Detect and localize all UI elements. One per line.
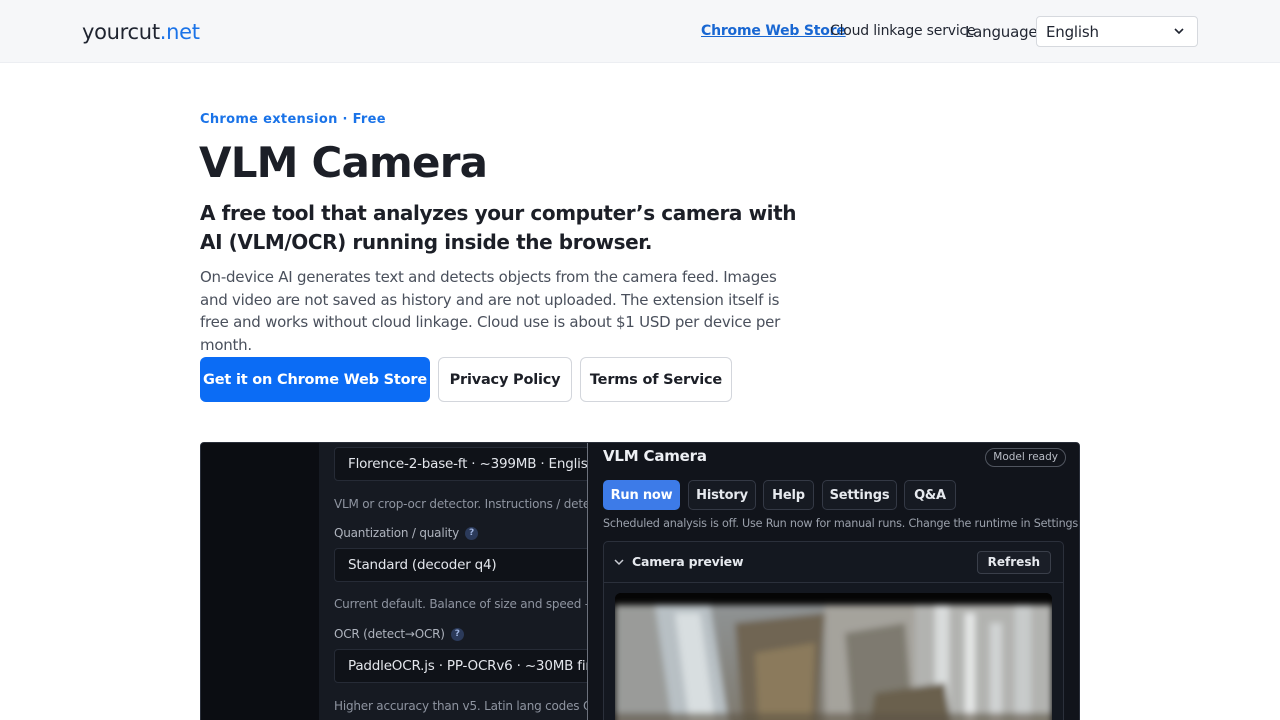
quantization-label: Quantization / quality? (334, 526, 479, 540)
language-select-value: English (1046, 23, 1099, 41)
ocr-select[interactable]: PaddleOCR.js · PP-OCRv6 · ~30MB first d (334, 649, 604, 683)
nav-cloud-linkage-link[interactable]: Cloud linkage service (830, 23, 976, 39)
help-icon[interactable]: ? (450, 628, 464, 641)
chevron-down-icon (1174, 28, 1184, 35)
tab-help[interactable]: Help (763, 480, 814, 510)
panel-title: VLM Camera (603, 447, 707, 465)
camera-preview-title: Camera preview (632, 554, 744, 569)
model-status-badge: Model ready (985, 448, 1066, 467)
settings-pane: Florence-2-base-ft · ~399MB · English VL… (319, 443, 608, 720)
camera-preview-header[interactable]: Camera preview Refresh (604, 542, 1063, 583)
logo-main: yourcut (82, 20, 160, 44)
ocr-note: Higher accuracy than v5. Latin lang code… (334, 699, 608, 713)
site-logo[interactable]: yourcut.net (82, 20, 200, 44)
site-header: yourcut.net Chrome Web Store Cloud linka… (0, 0, 1280, 63)
extension-panel: VLM Camera Model ready Run now History H… (588, 443, 1080, 720)
terms-of-service-button[interactable]: Terms of Service (580, 357, 732, 402)
camera-feed-photo (615, 593, 1052, 720)
refresh-button[interactable]: Refresh (976, 551, 1051, 574)
page-title: VLM Camera (199, 138, 488, 187)
get-it-on-chrome-web-store-button[interactable]: Get it on Chrome Web Store (200, 357, 430, 402)
tab-qa[interactable]: Q&A (904, 480, 956, 510)
hero-subtitle: A free tool that analyzes your computer’… (200, 201, 797, 254)
tab-settings[interactable]: Settings (822, 480, 897, 510)
camera-feed-image (615, 593, 1052, 720)
hero-eyebrow: Chrome extension · Free (200, 112, 386, 127)
quantization-note: Current default. Balance of size and spe… (334, 597, 608, 611)
ocr-label: OCR (detect→OCR)? (334, 627, 464, 641)
screenshot-left-gutter (201, 443, 319, 720)
quantization-label-text: Quantization / quality (334, 526, 460, 540)
help-icon[interactable]: ? (465, 527, 479, 540)
tab-history[interactable]: History (688, 480, 756, 510)
nav-chrome-web-store-link[interactable]: Chrome Web Store (701, 23, 846, 39)
product-screenshot: Florence-2-base-ft · ~399MB · English VL… (200, 442, 1080, 720)
tab-run-now[interactable]: Run now (603, 480, 680, 510)
logo-tld: .net (159, 20, 200, 44)
ocr-label-text: OCR (detect→OCR) (334, 627, 445, 641)
schedule-status-text: Scheduled analysis is off. Use Run now f… (603, 517, 1080, 530)
chevron-down-icon[interactable] (614, 558, 624, 566)
model-select[interactable]: Florence-2-base-ft · ~399MB · English (334, 447, 604, 481)
camera-preview-card: Camera preview Refresh (603, 541, 1064, 720)
hero-description: On-device AI generates text and detects … (200, 268, 781, 354)
language-label: Language (965, 23, 1038, 41)
model-note: VLM or crop-ocr detector. Instructions /… (334, 497, 601, 511)
language-select[interactable]: English (1036, 16, 1198, 47)
privacy-policy-button[interactable]: Privacy Policy (438, 357, 572, 402)
quantization-select[interactable]: Standard (decoder q4) (334, 548, 604, 582)
